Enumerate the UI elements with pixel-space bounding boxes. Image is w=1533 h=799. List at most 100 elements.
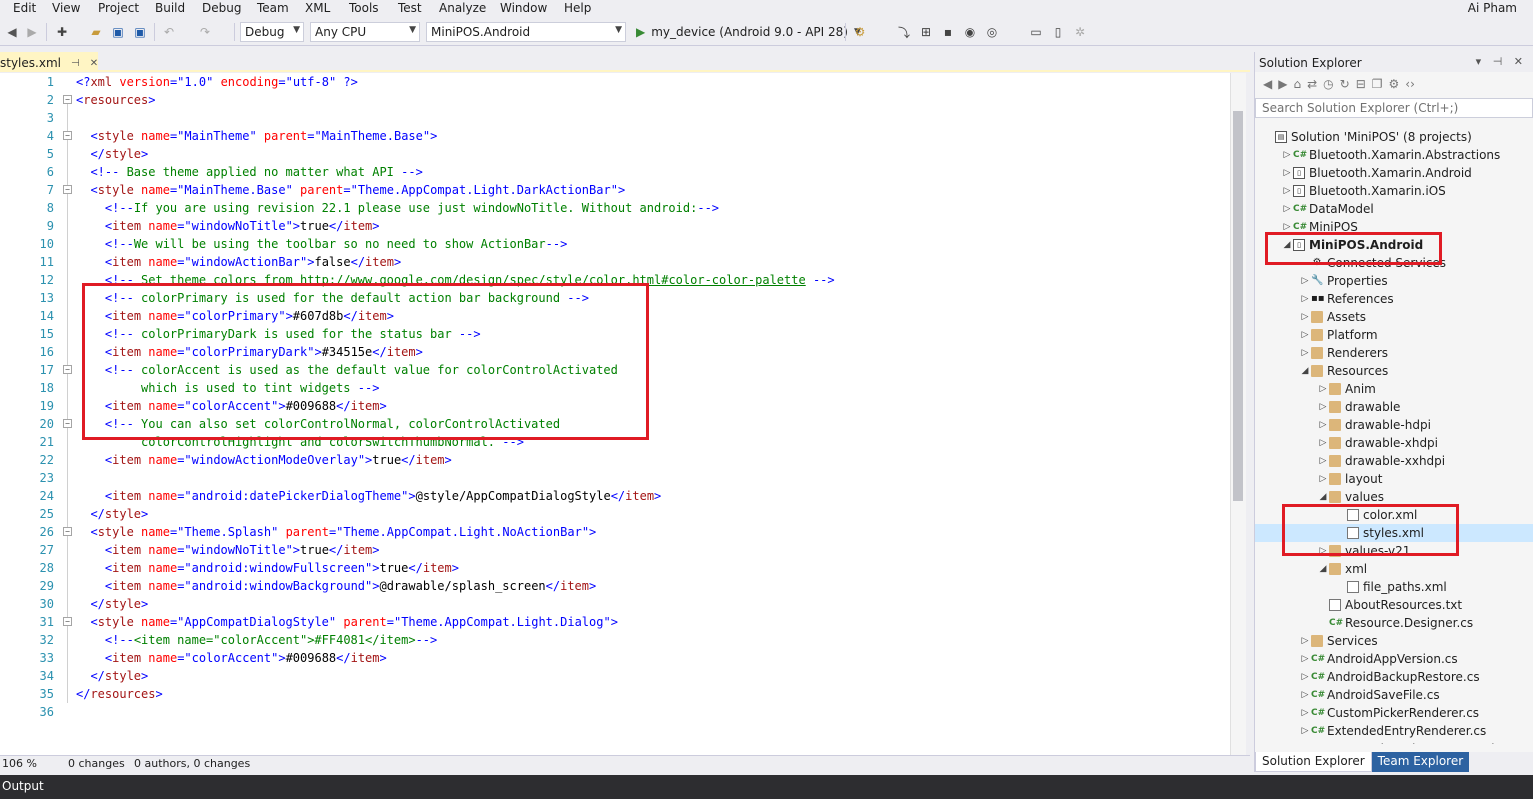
changes-count[interactable]: 0 changes xyxy=(68,757,125,770)
menu-build[interactable]: Build xyxy=(155,1,185,15)
tree-item[interactable]: C# Resource.Designer.cs xyxy=(1255,614,1533,632)
expand-arrow-icon[interactable]: ▷ xyxy=(1299,672,1311,682)
tree-item[interactable]: ◢ Resources xyxy=(1255,362,1533,380)
panel-controls-icon[interactable]: ▾ ⊣ ✕ xyxy=(1476,55,1527,68)
tree-item[interactable]: ▷ Renderers xyxy=(1255,344,1533,362)
expand-arrow-icon[interactable]: ▷ xyxy=(1317,420,1329,430)
tab-solution-explorer[interactable]: Solution Explorer xyxy=(1255,752,1372,772)
back-icon[interactable]: ◀ xyxy=(1263,77,1272,91)
collapse-icon[interactable]: − xyxy=(63,527,72,536)
expanded-arrow-icon[interactable]: ◢ xyxy=(1317,492,1329,502)
code-icon[interactable]: ‹› xyxy=(1405,77,1415,91)
save-icon[interactable]: ▣ xyxy=(110,23,126,41)
tree-item[interactable]: ▷ C# DataModel xyxy=(1255,200,1533,218)
tree-item[interactable]: ▷ 🔧 Properties xyxy=(1255,272,1533,290)
expand-arrow-icon[interactable]: ▷ xyxy=(1281,150,1293,160)
menu-debug[interactable]: Debug xyxy=(202,1,241,15)
expand-arrow-icon[interactable]: ▷ xyxy=(1299,690,1311,700)
tree-item[interactable]: ▷ Platform xyxy=(1255,326,1533,344)
collapse-icon[interactable]: − xyxy=(63,419,72,428)
tree-item[interactable]: ▷C#FormattedNumberEntryRenderer.cs xyxy=(1255,740,1533,744)
close-icon[interactable]: ✕ xyxy=(90,58,98,69)
tree-item[interactable]: ▷ layout xyxy=(1255,470,1533,488)
expand-arrow-icon[interactable]: ▷ xyxy=(1299,276,1311,286)
startup-project-dropdown[interactable]: MiniPOS.Android ▼ xyxy=(426,22,626,42)
tree-item[interactable]: file_paths.xml xyxy=(1255,578,1533,596)
forward-icon[interactable]: ▶ xyxy=(1278,77,1287,91)
expand-arrow-icon[interactable]: ▷ xyxy=(1299,708,1311,718)
new-project-icon[interactable]: ✚ xyxy=(54,23,70,41)
tree-item[interactable]: ▷ drawable-xhdpi xyxy=(1255,434,1533,452)
tools-icon[interactable]: ⚙ xyxy=(852,23,868,41)
undo-icon[interactable]: ↶ xyxy=(160,23,178,41)
menu-xml[interactable]: XML xyxy=(305,1,330,15)
expand-arrow-icon[interactable]: ▷ xyxy=(1299,636,1311,646)
authors-count[interactable]: 0 authors, 0 changes xyxy=(134,757,250,770)
tree-item[interactable]: ▷ C# ExtendedEntryRenderer.cs xyxy=(1255,722,1533,740)
tree-item[interactable]: ▷ ▪▪ References xyxy=(1255,290,1533,308)
menu-view[interactable]: View xyxy=(52,1,80,15)
open-folder-icon[interactable]: ▰ xyxy=(88,23,104,41)
tree-item[interactable]: ◢ xml xyxy=(1255,560,1533,578)
tree-item[interactable]: ▷ drawable-hdpi xyxy=(1255,416,1533,434)
settings-icon[interactable]: ◎ xyxy=(984,23,1000,41)
tree-item[interactable]: ▤ Solution 'MiniPOS' (8 projects) xyxy=(1255,128,1533,146)
menu-tools[interactable]: Tools xyxy=(349,1,379,15)
code-editor[interactable]: 1 2 3 4 5 6 7 8 9 10 11 12 13 14 15 16 1… xyxy=(0,73,1230,755)
forward-icon[interactable]: ▶ xyxy=(24,23,40,41)
back-icon[interactable]: ◀ xyxy=(4,23,20,41)
menu-window[interactable]: Window xyxy=(500,1,547,15)
tree-item[interactable]: ▷ Anim xyxy=(1255,380,1533,398)
menu-test[interactable]: Test xyxy=(398,1,422,15)
expand-arrow-icon[interactable]: ▷ xyxy=(1299,312,1311,322)
record-icon[interactable]: ◉ xyxy=(962,23,978,41)
expand-arrow-icon[interactable]: ▷ xyxy=(1299,726,1311,736)
tree-item[interactable]: ▷ drawable xyxy=(1255,398,1533,416)
bug-icon[interactable]: ✲ xyxy=(1072,23,1088,41)
tree-item[interactable]: ▷ C# AndroidBackupRestore.cs xyxy=(1255,668,1533,686)
tab-team-explorer[interactable]: Team Explorer xyxy=(1371,752,1470,772)
menu-edit[interactable]: Edit xyxy=(13,1,36,15)
save-all-icon[interactable]: ▣ xyxy=(132,23,148,41)
pin-icon[interactable]: ⊣ xyxy=(71,58,80,69)
tree-item[interactable]: ▷ Assets xyxy=(1255,308,1533,326)
expand-arrow-icon[interactable]: ▷ xyxy=(1317,456,1329,466)
history-icon[interactable]: ◷ xyxy=(1323,77,1333,91)
sync-icon[interactable]: ⇄ xyxy=(1307,77,1317,91)
tree-item[interactable]: ▷ C# AndroidSaveFile.cs xyxy=(1255,686,1533,704)
collapse-icon[interactable]: − xyxy=(63,617,72,626)
expand-arrow-icon[interactable]: ▷ xyxy=(1281,186,1293,196)
collapse-icon[interactable]: − xyxy=(63,185,72,194)
step-icon[interactable]: ⤵ xyxy=(896,23,912,41)
platform-dropdown[interactable]: Any CPU ▼ xyxy=(310,22,420,42)
tree-item[interactable]: ▷ C# CustomPickerRenderer.cs xyxy=(1255,704,1533,722)
tab-styles-xml[interactable]: styles.xml ⊣ ✕ xyxy=(0,52,98,72)
menu-team[interactable]: Team xyxy=(257,1,289,15)
tree-item[interactable]: ▷ C# Bluetooth.Xamarin.Abstractions xyxy=(1255,146,1533,164)
collapse-icon[interactable]: − xyxy=(63,131,72,140)
menu-project[interactable]: Project xyxy=(98,1,139,15)
tree-item[interactable]: AboutResources.txt xyxy=(1255,596,1533,614)
layout-icon[interactable]: ▯ xyxy=(1050,23,1066,41)
user-name[interactable]: Ai Pham xyxy=(1468,1,1517,15)
configuration-dropdown[interactable]: Debug ▼ xyxy=(240,22,304,42)
scrollbar-thumb[interactable] xyxy=(1233,111,1243,501)
tree-item[interactable]: ▷ C# AndroidAppVersion.cs xyxy=(1255,650,1533,668)
output-panel-tab[interactable]: Output xyxy=(0,775,1533,799)
terminal-icon[interactable]: ▪ xyxy=(940,23,956,41)
expand-arrow-icon[interactable]: ▷ xyxy=(1281,222,1293,232)
tree-item[interactable]: ▷ ▯ Bluetooth.Xamarin.iOS xyxy=(1255,182,1533,200)
monitor-icon[interactable]: ▭ xyxy=(1028,23,1044,41)
editor-vertical-scrollbar[interactable] xyxy=(1230,73,1246,755)
expand-arrow-icon[interactable]: ▷ xyxy=(1299,654,1311,664)
properties-icon[interactable]: ⚙ xyxy=(1389,77,1400,91)
expand-arrow-icon[interactable]: ▷ xyxy=(1317,402,1329,412)
expand-arrow-icon[interactable]: ▷ xyxy=(1281,168,1293,178)
home-icon[interactable]: ⌂ xyxy=(1293,77,1301,91)
run-device-button[interactable]: ▶ my_device (Android 9.0 - API 28) ▼ xyxy=(636,22,861,42)
redo-icon[interactable]: ↷ xyxy=(196,23,214,41)
expand-arrow-icon[interactable]: ▷ xyxy=(1299,294,1311,304)
collapse-icon[interactable]: − xyxy=(63,365,72,374)
tree-item[interactable]: ▷ Services xyxy=(1255,632,1533,650)
collapse-all-icon[interactable]: ⊟ xyxy=(1356,77,1366,91)
